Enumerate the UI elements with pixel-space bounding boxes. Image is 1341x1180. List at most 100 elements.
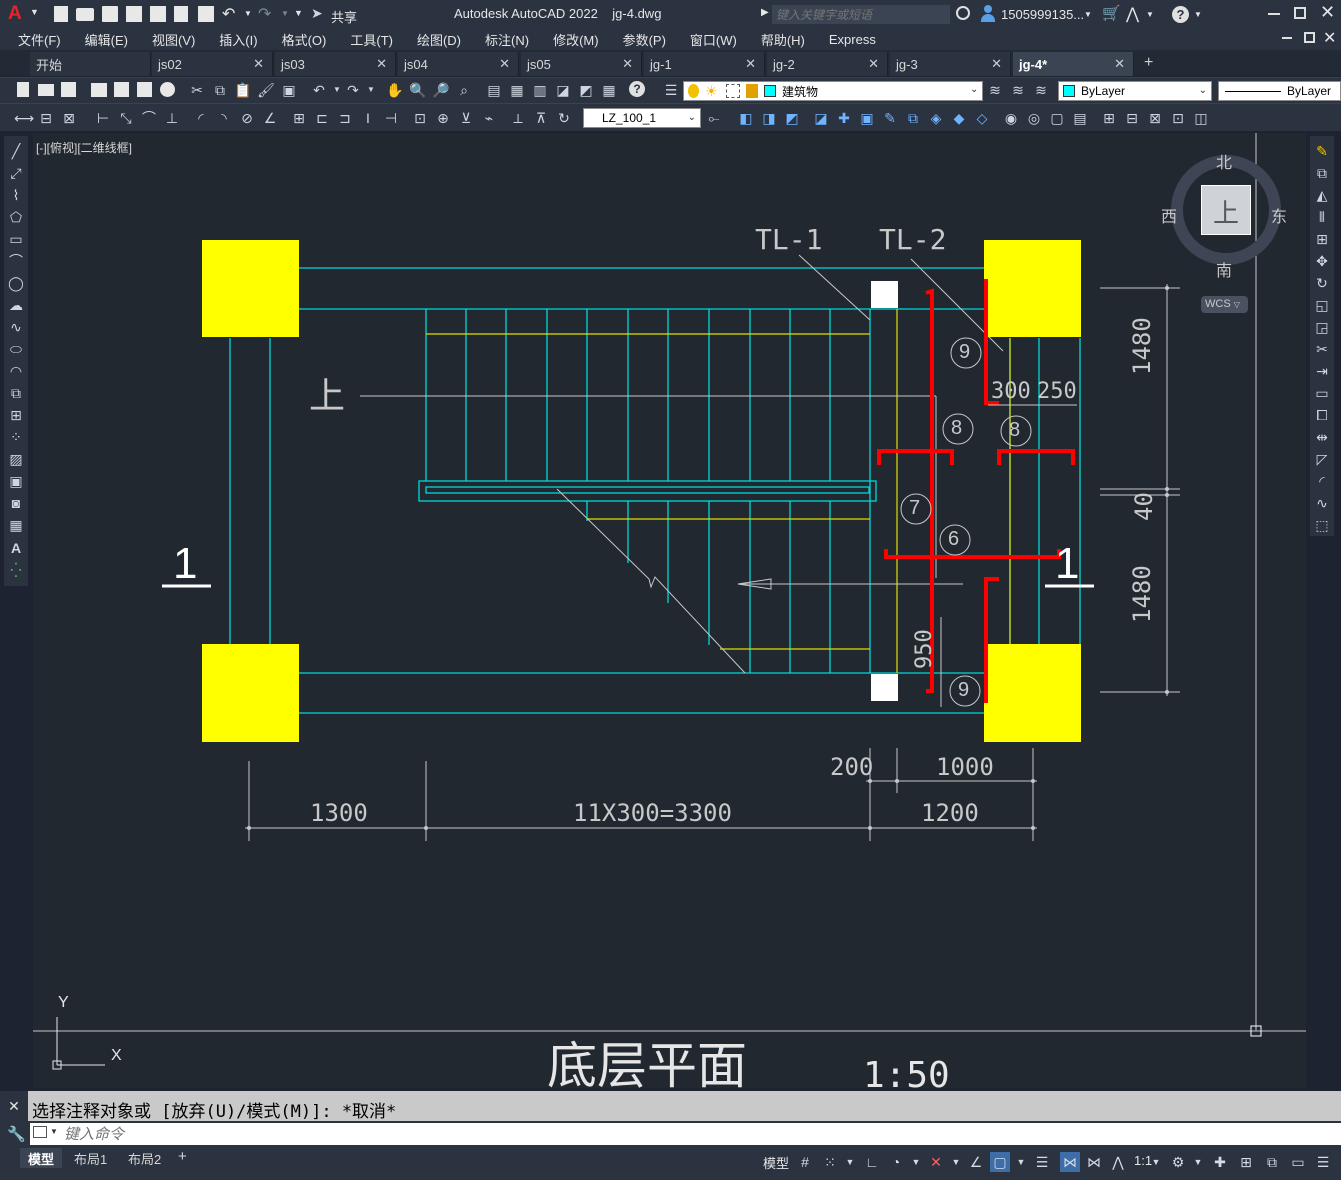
copy-object-icon[interactable]: ⧉ [1313, 164, 1331, 182]
rectangle-icon[interactable]: ▭ [7, 230, 25, 248]
insert-block-icon[interactable]: ⧉ [7, 384, 25, 402]
add-selected-icon[interactable]: ⁛ [7, 561, 25, 579]
tool-palettes-icon[interactable]: ▥ [531, 81, 549, 99]
model-space-button[interactable]: 模型 [763, 1153, 789, 1172]
search-input[interactable] [772, 5, 950, 24]
user-dropdown-icon[interactable]: ▼ [1084, 10, 1092, 19]
mirror-icon[interactable]: ◭ [1313, 186, 1331, 204]
workspace-dropdown-icon[interactable]: ▼ [1188, 1152, 1208, 1172]
dim-linear-icon[interactable]: ⊢ [94, 109, 112, 127]
gradient-icon[interactable]: ▣ [7, 472, 25, 490]
redo-icon[interactable]: ↷ [258, 4, 271, 24]
save-icon[interactable] [102, 6, 118, 22]
undo-icon[interactable]: ↶ [310, 81, 328, 99]
search-expand-icon[interactable]: ▶ [761, 7, 769, 18]
redo-dropdown-icon[interactable]: ▼ [281, 9, 289, 18]
plot-icon[interactable] [198, 6, 214, 22]
open-icon[interactable] [76, 8, 94, 21]
layer-previous-icon[interactable]: ≋ [1009, 81, 1027, 99]
center-mark-icon[interactable]: ⊕ [434, 109, 452, 127]
quickcalc-icon[interactable]: ▦ [600, 81, 618, 99]
quick-dim-icon[interactable]: ⟷ [14, 109, 34, 127]
isodraft-dropdown-icon[interactable]: ▼ [946, 1152, 966, 1172]
modify-tool-20-icon[interactable]: ◫ [1192, 109, 1210, 127]
modify-tool-11-icon[interactable]: ◇ [973, 109, 991, 127]
recent-commands-dropdown-icon[interactable]: ▼ [50, 1127, 58, 1136]
annotation-monitor-icon[interactable]: ✚ [1210, 1152, 1230, 1172]
customize-qat-icon[interactable]: ▼ [294, 8, 303, 18]
tab-close-icon[interactable]: ✕ [868, 56, 879, 72]
save-icon[interactable] [60, 81, 78, 99]
layout-tab-layout1[interactable]: 布局1 [66, 1148, 115, 1168]
modify-tool-1-icon[interactable]: ◧ [737, 109, 755, 127]
tab-close-icon[interactable]: ✕ [745, 56, 756, 72]
linear-dim-icon[interactable]: ⊟ [37, 109, 55, 127]
dim-baseline-icon[interactable]: ⊏ [313, 109, 331, 127]
maximize-icon[interactable] [1294, 7, 1306, 19]
workspace-gear-icon[interactable]: ⚙ [1168, 1152, 1188, 1172]
blend-icon[interactable]: ∿ [1313, 494, 1331, 512]
modify-tool-15-icon[interactable]: ▤ [1071, 109, 1089, 127]
menu-format[interactable]: 格式(O) [270, 30, 339, 49]
snap-icon[interactable]: ⁙ [820, 1152, 840, 1172]
doc-close-icon[interactable]: ✕ [1323, 28, 1336, 48]
modify-tool-6-icon[interactable]: ▣ [858, 109, 876, 127]
tab-jg-2[interactable]: jg-2 ✕ [767, 52, 888, 76]
customize-icon[interactable]: 🔧 [7, 1125, 26, 1143]
polar-icon[interactable]: ◔ [886, 1152, 906, 1172]
modify-tool-9-icon[interactable]: ◈ [927, 109, 945, 127]
plot-icon[interactable] [90, 81, 108, 99]
menu-dimension[interactable]: 标注(N) [473, 30, 541, 49]
dim-break-icon[interactable]: ⊣ [382, 109, 400, 127]
new-icon[interactable] [14, 81, 32, 99]
object-snap-icon[interactable]: ▢ [990, 1152, 1010, 1172]
command-input[interactable] [64, 1123, 1334, 1145]
modify-tool-13-icon[interactable]: ◎ [1025, 109, 1043, 127]
a360-icon[interactable]: ⋀ [1126, 4, 1139, 24]
break-icon[interactable]: ⧠ [1313, 406, 1331, 424]
make-current-icon[interactable]: ≋ [986, 81, 1004, 99]
rotate-icon[interactable]: ↻ [1313, 274, 1331, 292]
pan-icon[interactable]: ✋ [386, 81, 404, 99]
layer-viewport-icon[interactable] [726, 84, 740, 98]
dim-space-icon[interactable]: I [359, 109, 377, 127]
block-editor-icon[interactable]: ▣ [280, 81, 298, 99]
offset-icon[interactable]: ⫴ [1313, 208, 1331, 226]
inspect-icon[interactable]: ⊻ [457, 109, 475, 127]
new-tab-button[interactable]: + [1144, 54, 1153, 72]
osnap-dropdown-icon[interactable]: ▼ [1011, 1152, 1031, 1172]
menu-view[interactable]: 视图(V) [140, 30, 207, 49]
layer-combo[interactable]: ☀ 建筑物 ⌄ [683, 81, 983, 101]
ellipse-arc-icon[interactable]: ◠ [7, 362, 25, 380]
user-name[interactable]: 1505999135... [1001, 7, 1084, 22]
tab-close-icon[interactable]: ✕ [991, 56, 1002, 72]
share-icon[interactable]: ➤ [311, 5, 323, 22]
color-combo[interactable]: ByLayer ⌄ [1058, 81, 1212, 101]
modify-tool-19-icon[interactable]: ⊡ [1169, 109, 1187, 127]
menu-modify[interactable]: 修改(M) [541, 30, 611, 49]
modify-tool-4-icon[interactable]: ◪ [812, 109, 830, 127]
trim-icon[interactable]: ✂ [1313, 340, 1331, 358]
viewcube-south[interactable]: 南 [1216, 257, 1232, 281]
minimize-icon[interactable] [1268, 13, 1280, 15]
menu-help[interactable]: 帮助(H) [749, 30, 817, 49]
modify-tool-17-icon[interactable]: ⊟ [1123, 109, 1141, 127]
grid-icon[interactable]: # [795, 1152, 815, 1172]
menu-tools[interactable]: 工具(T) [338, 30, 405, 49]
region-icon[interactable]: ◙ [7, 494, 25, 512]
dimtedit-icon[interactable]: ⊼ [532, 109, 550, 127]
modify-tool-16-icon[interactable]: ⊞ [1100, 109, 1118, 127]
tab-start[interactable]: 开始 [30, 52, 151, 76]
units-icon[interactable]: ⊞ [1236, 1152, 1256, 1172]
clean-screen-icon[interactable]: ▭ [1288, 1152, 1308, 1172]
auto-scale-icon[interactable]: ⋈ [1084, 1152, 1104, 1172]
wcs-menu[interactable]: WCS ▽ [1201, 296, 1248, 313]
tab-jg-3[interactable]: jg-3 ✕ [890, 52, 1011, 76]
quick-properties-icon[interactable]: ⧉ [1262, 1152, 1282, 1172]
search-icon[interactable] [956, 6, 970, 20]
menu-window[interactable]: 窗口(W) [678, 30, 749, 49]
circle-icon[interactable]: ◯ [7, 274, 25, 292]
move-icon[interactable]: ✥ [1313, 252, 1331, 270]
menu-draw[interactable]: 绘图(D) [405, 30, 473, 49]
layer-on-icon[interactable] [688, 84, 699, 98]
